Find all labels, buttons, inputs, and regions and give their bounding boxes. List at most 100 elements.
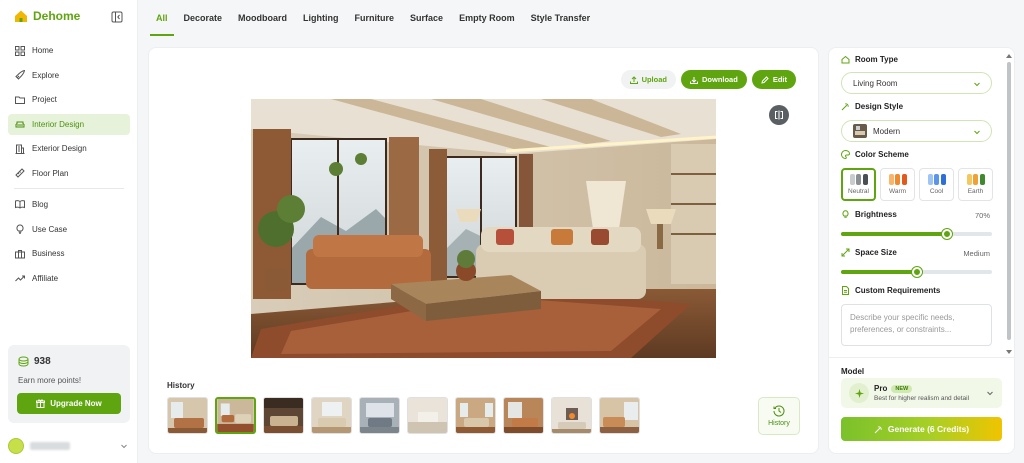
chevron-down-icon <box>973 80 981 88</box>
sidebar: Dehome Home Explore Project Interior Des… <box>0 0 138 463</box>
rocket-icon <box>15 70 25 80</box>
sidebar-item-use-case[interactable]: Use Case <box>8 219 130 240</box>
tab-furniture[interactable]: Furniture <box>349 0 401 36</box>
swatch-label: Cool <box>929 188 944 195</box>
color-option-earth[interactable]: Earth <box>958 168 993 201</box>
color-scheme-options: Neutral Warm Cool Earth <box>841 168 993 201</box>
avatar <box>8 438 24 454</box>
pencil-icon <box>761 75 769 84</box>
scroll-up-arrow-icon[interactable] <box>1006 54 1012 58</box>
sidebar-item-home[interactable]: Home <box>8 40 130 61</box>
custom-requirements-input[interactable]: Describe your specific needs, preference… <box>841 304 992 346</box>
palette-icon <box>841 150 850 159</box>
scroll-down-arrow-icon[interactable] <box>1006 350 1012 354</box>
history-thumbnail-selected[interactable] <box>215 397 256 434</box>
user-menu[interactable] <box>8 437 132 455</box>
model-select[interactable]: Pro NEW Best for higher realism and detai… <box>841 378 1002 408</box>
slider-handle[interactable] <box>941 229 952 239</box>
color-scheme-label-text: Color Scheme <box>855 150 909 159</box>
sidebar-item-affiliate[interactable]: Affiliate <box>8 268 130 289</box>
upgrade-button[interactable]: Upgrade Now <box>17 393 121 414</box>
points-card: 938 Earn more points! Upgrade Now <box>8 345 130 423</box>
tab-empty-room[interactable]: Empty Room <box>453 0 521 36</box>
scrollbar-thumb[interactable] <box>1007 62 1011 340</box>
compare-icon <box>774 110 784 120</box>
history-thumbnail[interactable] <box>359 397 400 434</box>
space-size-slider[interactable] <box>841 267 992 277</box>
tab-lighting[interactable]: Lighting <box>297 0 345 36</box>
brightness-value: 70% <box>974 211 990 220</box>
tab-all[interactable]: All <box>150 0 174 36</box>
space-size-value: Medium <box>963 249 990 258</box>
generate-button[interactable]: Generate (6 Credits) <box>841 417 1002 441</box>
folder-icon <box>15 95 25 105</box>
tab-style-transfer[interactable]: Style Transfer <box>525 0 597 36</box>
user-name-redacted <box>30 442 70 450</box>
history-thumbnail[interactable] <box>407 397 448 434</box>
tab-surface[interactable]: Surface <box>404 0 449 36</box>
brightness-slider[interactable] <box>841 229 992 239</box>
upgrade-label: Upgrade Now <box>50 399 102 408</box>
sparkle-icon <box>849 383 869 403</box>
sidebar-item-blog[interactable]: Blog <box>8 194 130 215</box>
swatch-label: Earth <box>967 188 984 195</box>
slider-fill <box>841 232 947 236</box>
model-description: Best for higher realism and detail <box>874 395 970 402</box>
history-thumbnail[interactable] <box>503 397 544 434</box>
image-actions: Upload Download Edit <box>620 70 796 89</box>
tab-moodboard[interactable]: Moodboard <box>232 0 293 36</box>
grid-icon <box>15 45 25 56</box>
swatch-label: Neutral <box>848 188 869 195</box>
history-thumbnail[interactable] <box>599 397 640 434</box>
sidebar-item-label: Explore <box>32 70 60 80</box>
space-size-label-text: Space Size <box>855 248 897 257</box>
download-button[interactable]: Download <box>680 70 747 89</box>
color-option-cool[interactable]: Cool <box>919 168 954 201</box>
style-thumbnail <box>853 124 867 138</box>
bulb-icon <box>841 210 850 219</box>
panel-scrollbar[interactable] <box>1006 54 1012 354</box>
design-style-label-text: Design Style <box>855 102 904 111</box>
history-button[interactable]: History <box>758 397 800 435</box>
coins-icon <box>18 356 29 367</box>
sidebar-item-label: Interior Design <box>32 119 85 129</box>
points-subtitle: Earn more points! <box>18 376 82 385</box>
sidebar-item-project[interactable]: Project <box>8 89 130 110</box>
history-thumbnail[interactable] <box>455 397 496 434</box>
sidebar-item-interior-design[interactable]: Interior Design <box>8 113 130 135</box>
history-thumbnail[interactable] <box>167 397 208 434</box>
history-thumbnail[interactable] <box>263 397 304 434</box>
tab-decorate[interactable]: Decorate <box>178 0 229 36</box>
sidebar-item-business[interactable]: Business <box>8 243 130 264</box>
sidebar-item-floor-plan[interactable]: Floor Plan <box>8 163 130 184</box>
color-scheme-label: Color Scheme <box>841 150 909 159</box>
upload-button[interactable]: Upload <box>620 70 676 89</box>
sidebar-item-explore[interactable]: Explore <box>8 65 130 86</box>
sidebar-item-exterior-design[interactable]: Exterior Design <box>8 138 130 159</box>
sidebar-item-label: Project <box>32 95 57 105</box>
sidebar-item-label: Home <box>32 46 54 55</box>
color-option-warm[interactable]: Warm <box>880 168 915 201</box>
color-option-neutral[interactable]: Neutral <box>841 168 876 201</box>
edit-button[interactable]: Edit <box>751 70 796 89</box>
room-type-select[interactable]: Living Room <box>841 72 992 94</box>
swatch-colors <box>966 174 985 185</box>
collapse-sidebar-icon[interactable] <box>111 11 123 23</box>
model-label: Model <box>841 367 865 376</box>
history-heading: History <box>167 381 195 390</box>
category-tabs: All Decorate Moodboard Lighting Furnitur… <box>150 0 600 36</box>
wand-icon <box>874 425 883 434</box>
logo[interactable]: Dehome <box>14 9 80 23</box>
slider-handle[interactable] <box>911 267 922 277</box>
brand-name: Dehome <box>33 9 81 23</box>
ruler-icon <box>15 168 25 179</box>
swatch-colors <box>927 174 946 185</box>
history-button-label: History <box>768 420 790 427</box>
history-thumbnail[interactable] <box>551 397 592 434</box>
model-name: Pro <box>874 384 888 393</box>
gift-icon <box>36 399 46 408</box>
compare-toggle-button[interactable] <box>769 105 789 125</box>
history-thumbnail[interactable] <box>311 397 352 434</box>
design-style-select[interactable]: Modern <box>841 120 992 142</box>
history-thumbnails <box>167 397 640 434</box>
